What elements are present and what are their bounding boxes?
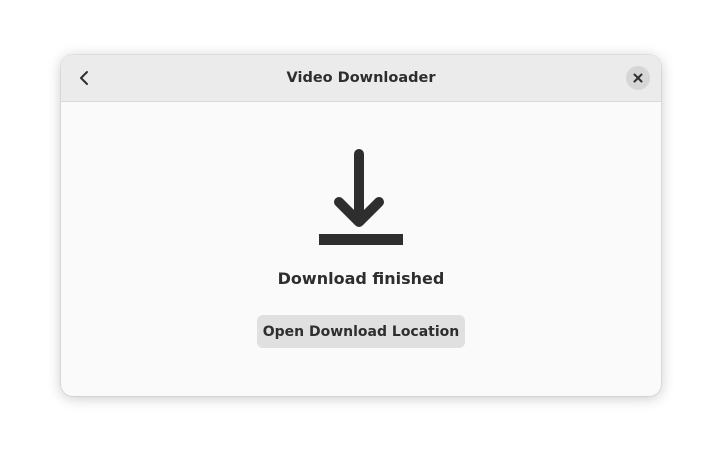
- main-content: Download finished: [61, 102, 661, 396]
- app-window: Video Downloader Download finished Open …: [61, 55, 661, 396]
- open-download-location-button[interactable]: Open Download Location: [257, 315, 465, 348]
- download-icon: [319, 149, 403, 245]
- close-button[interactable]: [626, 66, 650, 90]
- headerbar: Video Downloader: [61, 55, 661, 102]
- close-icon: [633, 73, 643, 83]
- status-message: Download finished: [277, 269, 445, 288]
- window-title: Video Downloader: [286, 70, 436, 86]
